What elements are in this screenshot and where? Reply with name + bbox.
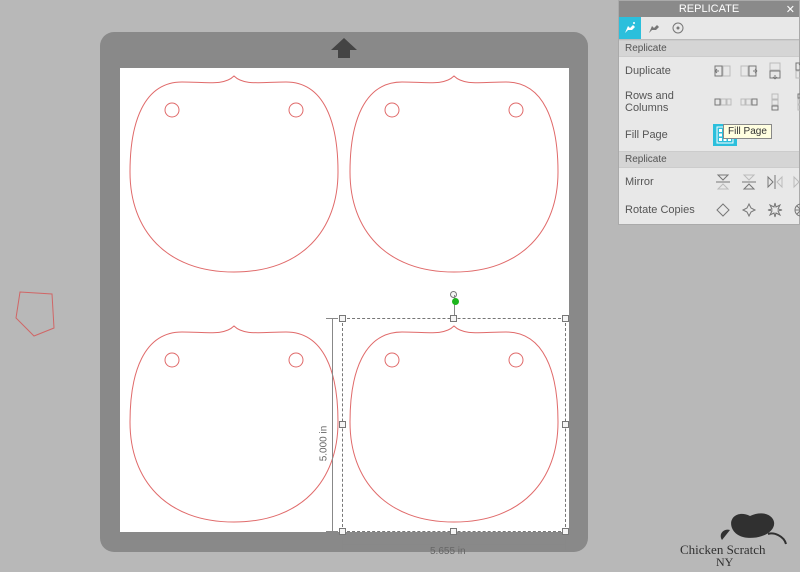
- canvas-workspace[interactable]: 5.655 in 5.000 in: [0, 0, 618, 572]
- resize-handle-b[interactable]: [450, 528, 457, 535]
- apple-shape-4[interactable]: [346, 322, 562, 528]
- tab-advanced[interactable]: [643, 17, 665, 39]
- duplicate-up-button[interactable]: [791, 62, 800, 80]
- panel-title-text: REPLICATE: [679, 3, 739, 15]
- rotate-3-button[interactable]: [765, 201, 785, 219]
- row-left-button[interactable]: [713, 93, 733, 111]
- label-fillpage: Fill Page: [625, 129, 713, 141]
- row-fillpage: Fill Page: [619, 119, 799, 151]
- label-rowscols: Rows and Columns: [625, 90, 713, 114]
- tab-object[interactable]: [667, 17, 689, 39]
- duplicate-right-button[interactable]: [739, 62, 759, 80]
- apple-shape-2[interactable]: [346, 72, 562, 278]
- grid-icon: [716, 126, 734, 144]
- tab-basic[interactable]: [619, 17, 641, 39]
- resize-handle-bl[interactable]: [339, 528, 346, 535]
- resize-handle-t[interactable]: [450, 315, 457, 322]
- mirror-left-button[interactable]: [765, 173, 785, 191]
- cutting-mat: 5.655 in 5.000 in: [100, 32, 588, 552]
- width-dim-tick-l: [342, 538, 343, 550]
- mirror-right-button[interactable]: [791, 173, 800, 191]
- height-dim-tick-t: [326, 318, 338, 319]
- col-up-button[interactable]: [791, 93, 800, 111]
- col-down-button[interactable]: [765, 93, 785, 111]
- section-header-1: Replicate: [619, 40, 799, 57]
- section-header-2: Replicate: [619, 151, 799, 168]
- width-dim-tick-r: [565, 538, 566, 550]
- width-dim-line: [342, 544, 566, 545]
- panel-tabs: [619, 17, 799, 40]
- apple-shape-1[interactable]: [126, 72, 342, 278]
- row-rowscols: Rows and Columns: [619, 85, 799, 119]
- resize-handle-br[interactable]: [562, 528, 569, 535]
- wrench-icon: [647, 21, 661, 35]
- label-duplicate: Duplicate: [625, 65, 713, 77]
- row-rotate: Rotate Copies: [619, 196, 799, 224]
- width-dim-label: 5.655 in: [430, 546, 466, 557]
- rotate-1-button[interactable]: [713, 201, 733, 219]
- resize-handle-r[interactable]: [562, 421, 569, 428]
- height-dim-tick-b: [326, 531, 338, 532]
- apple-shape-3[interactable]: [126, 322, 342, 528]
- cut-area[interactable]: 5.655 in 5.000 in: [120, 68, 569, 532]
- mirror-down-button[interactable]: [713, 173, 733, 191]
- rotate-handle[interactable]: [450, 291, 457, 298]
- resize-handle-tl[interactable]: [339, 315, 346, 322]
- resize-handle-tr[interactable]: [562, 315, 569, 322]
- fill-page-button[interactable]: [713, 124, 737, 146]
- row-mirror: Mirror: [619, 168, 799, 196]
- rotation-center-dot[interactable]: [452, 298, 459, 305]
- panel-close-icon[interactable]: ✕: [786, 3, 795, 16]
- row-duplicate: Duplicate: [619, 57, 799, 85]
- wrench-sparkle-icon: [623, 21, 637, 35]
- rotate-5-button[interactable]: [791, 201, 800, 219]
- offcanvas-shape[interactable]: [14, 290, 56, 338]
- label-mirror: Mirror: [625, 176, 713, 188]
- height-dim-line: [332, 318, 333, 532]
- height-dim-label: 5.000 in: [318, 426, 329, 462]
- replicate-panel: REPLICATE ✕ Replicate Duplicate Rows and…: [618, 0, 800, 225]
- duplicate-left-button[interactable]: [713, 62, 733, 80]
- watermark-line2: NY: [716, 555, 734, 566]
- mirror-up-button[interactable]: [739, 173, 759, 191]
- duplicate-down-button[interactable]: [765, 62, 785, 80]
- rotate-2-button[interactable]: [739, 201, 759, 219]
- row-right-button[interactable]: [739, 93, 759, 111]
- mat-arrow-icon: [331, 38, 357, 58]
- watermark: Chicken Scratch NY: [678, 508, 788, 566]
- panel-title: REPLICATE ✕: [619, 1, 799, 17]
- label-rotate: Rotate Copies: [625, 204, 713, 216]
- target-icon: [671, 21, 685, 35]
